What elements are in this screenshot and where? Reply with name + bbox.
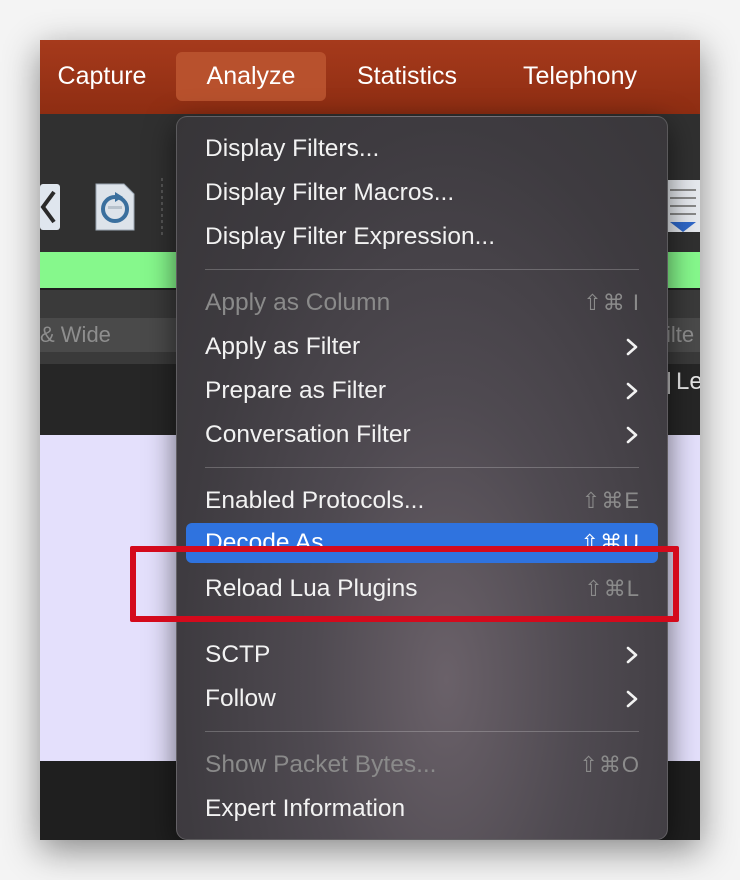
- menu-item-shortcut: ⇧⌘O: [579, 752, 640, 777]
- chevron-right-icon: [626, 690, 638, 708]
- menu-item-display-filter-expression[interactable]: Display Filter Expression...: [186, 217, 658, 257]
- menu-item-show-packet-bytes: Show Packet Bytes... ⇧⌘O: [186, 745, 658, 785]
- chevron-right-icon: [626, 426, 638, 444]
- menu-item-conversation-filter[interactable]: Conversation Filter: [186, 415, 658, 455]
- menu-separator: [205, 731, 639, 732]
- menu-item-prepare-as-filter[interactable]: Prepare as Filter: [186, 371, 658, 411]
- column-label-left: & Wide: [40, 322, 111, 347]
- analyze-menu: Display Filters... Display Filter Macros…: [176, 116, 668, 840]
- menu-item-shortcut: ⇧⌘ I: [583, 290, 640, 315]
- column-label-right: ilte: [666, 322, 695, 347]
- menu-item-expert-information[interactable]: Expert Information: [186, 789, 658, 829]
- column-divider: [668, 372, 670, 394]
- menu-item-sctp[interactable]: SCTP: [186, 635, 658, 675]
- menu-item-follow[interactable]: Follow: [186, 679, 658, 719]
- menu-item-shortcut: ⇧⌘E: [581, 488, 640, 513]
- chevron-right-icon: [626, 646, 638, 664]
- menu-item-label: Enabled Protocols...: [205, 487, 425, 514]
- menu-item-label: Apply as Column: [205, 289, 391, 316]
- menu-telephony[interactable]: Telephony: [502, 52, 658, 101]
- menu-item-label: Display Filter Macros...: [205, 179, 455, 206]
- menu-item-display-filters[interactable]: Display Filters...: [186, 129, 658, 169]
- menu-item-label: Apply as Filter: [205, 333, 361, 360]
- menu-capture[interactable]: Capture: [40, 52, 164, 101]
- menu-separator: [205, 467, 639, 468]
- column-header-length[interactable]: Le: [676, 368, 700, 396]
- chevron-left-icon[interactable]: [40, 182, 62, 232]
- menu-statistics[interactable]: Statistics: [336, 52, 478, 101]
- document-icon[interactable]: [666, 178, 700, 234]
- toolbar-divider: [161, 178, 163, 238]
- chevron-right-icon: [626, 338, 638, 356]
- menu-separator: [205, 269, 639, 270]
- screenshot-area: Capture Analyze Statistics Telephony & W…: [40, 40, 700, 840]
- menu-item-display-filter-macros[interactable]: Display Filter Macros...: [186, 173, 658, 213]
- menu-item-label: Display Filters...: [205, 135, 380, 162]
- menu-item-label: Display Filter Expression...: [205, 223, 496, 250]
- menu-item-enabled-protocols[interactable]: Enabled Protocols... ⇧⌘E: [186, 481, 658, 521]
- chevron-right-icon: [626, 382, 638, 400]
- menu-item-apply-as-column: Apply as Column ⇧⌘ I: [186, 283, 658, 323]
- menu-item-label: SCTP: [205, 641, 271, 668]
- menu-item-apply-as-filter[interactable]: Apply as Filter: [186, 327, 658, 367]
- menu-analyze[interactable]: Analyze: [176, 52, 326, 101]
- reload-file-icon[interactable]: [94, 182, 136, 232]
- menu-item-label: Expert Information: [205, 795, 406, 822]
- menu-item-label: Conversation Filter: [205, 421, 411, 448]
- menu-item-label: Prepare as Filter: [205, 377, 387, 404]
- menu-bar: Capture Analyze Statistics Telephony: [40, 40, 700, 114]
- menu-item-label: Follow: [205, 685, 276, 712]
- annotation-highlight-box: [130, 546, 679, 622]
- menu-item-label: Show Packet Bytes...: [205, 751, 437, 778]
